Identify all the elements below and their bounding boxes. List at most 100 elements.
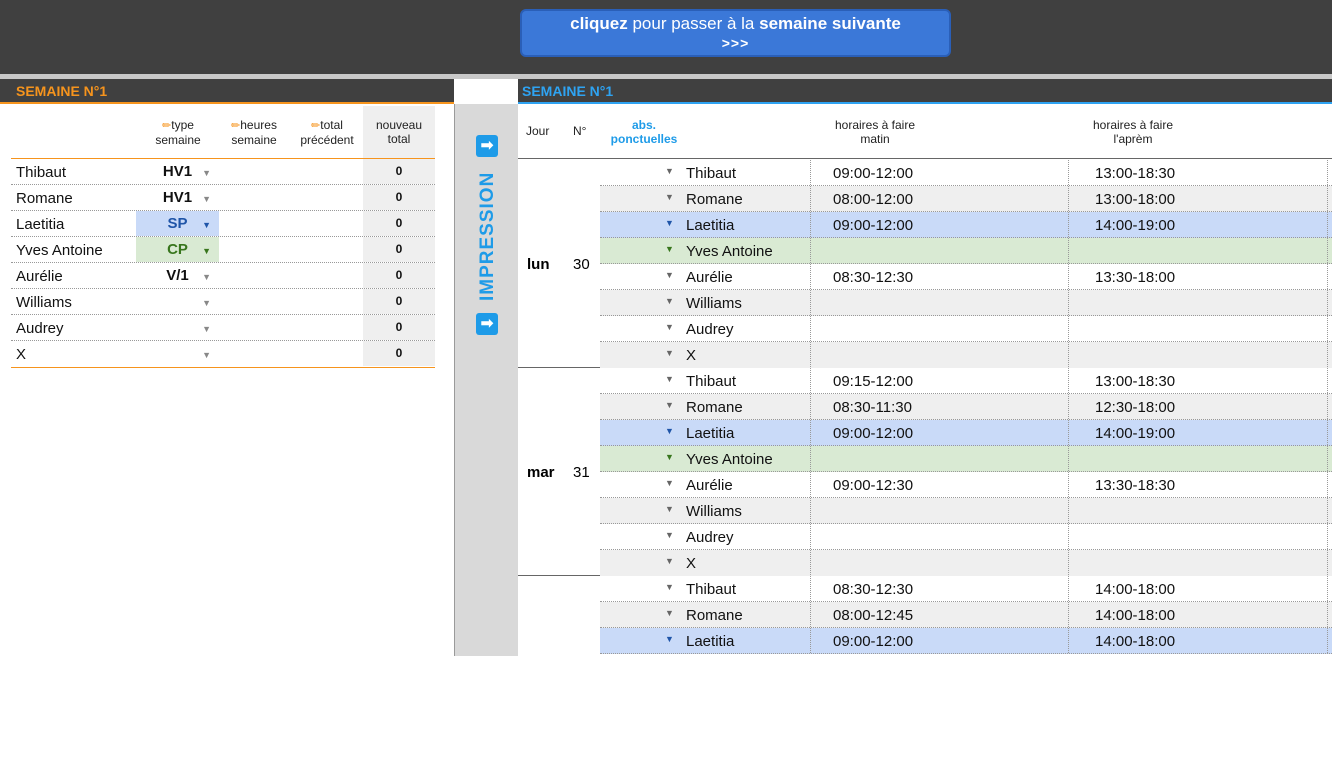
print-label[interactable]: IMPRESSION [475,166,501,306]
day-block: mar 31 ▼ Thibaut 09:15-12:00 13:00-18:30 ▼ R… [518,368,1332,576]
right-week-title: SEMAINE N°1 [518,79,1332,104]
next-week-label-bold: cliquez [570,14,628,33]
list-item: Aurélie V/1 ▼ 0 [11,263,435,289]
chevron-down-icon[interactable]: ▼ [665,452,674,462]
chevron-down-icon[interactable]: ▼ [665,270,674,280]
table-row: ▼ Aurélie 08:30-12:30 13:30-18:00 [600,264,1332,290]
chevron-down-icon[interactable]: ▼ [665,192,674,202]
table-row: ▼ Romane 08:00-12:45 14:00-18:00 [600,602,1332,628]
employee-name: Yves Antoine [16,242,103,259]
new-total-value: 0 [363,263,435,288]
chevron-down-icon[interactable]: ▼ [665,244,674,254]
chevron-down-icon[interactable]: ▼ [665,504,674,514]
day-number: 30 [573,256,590,273]
table-row: ▼ Aurélie 09:00-12:30 13:30-18:30 [600,472,1332,498]
table-row: ▼ Audrey [600,524,1332,550]
week-type-select[interactable]: ▼ [136,289,219,314]
next-week-arrows: >>> [721,35,750,51]
table-row: ▼ Laetitia 09:00-12:00 14:00-19:00 [600,212,1332,238]
chevron-down-icon[interactable]: ▼ [665,218,674,228]
header-afternoon: horaires à faire l'aprèm [1092,118,1174,146]
chevron-down-icon[interactable]: ▼ [665,322,674,332]
table-row: ▼ Williams [600,498,1332,524]
header-day: Jour [526,124,550,138]
employee-name: Audrey [16,320,64,337]
table-row: ▼ Romane 08:30-11:30 12:30-18:00 [600,394,1332,420]
employee-name: Romane [16,190,73,207]
chevron-down-icon[interactable]: ▼ [665,348,674,358]
table-row: ▼ Romane 08:00-12:00 13:00-18:00 [600,186,1332,212]
new-total-value: 0 [363,185,435,210]
chevron-down-icon: ▼ [202,168,211,178]
chevron-down-icon[interactable]: ▼ [665,296,674,306]
new-total-value: 0 [363,289,435,314]
arrow-right-icon[interactable]: ➡ [476,313,498,335]
chevron-down-icon: ▼ [202,350,211,360]
header-prev-total: ✏total précédent [300,118,354,147]
next-week-label-bold2: semaine suivante [759,14,901,33]
new-total-value: 0 [363,341,435,366]
table-row: ▼ X [600,342,1332,368]
list-item: Williams ▼ 0 [11,289,435,315]
pencil-icon: ✏ [162,120,172,132]
employee-name: X [16,346,27,363]
header-morning: horaires à faire matin [834,118,916,146]
chevron-down-icon[interactable]: ▼ [665,426,674,436]
week-type-select[interactable]: CP ▼ [136,237,219,262]
list-item: Laetitia SP ▼ 0 [11,211,435,237]
table-row: ▼ X [600,550,1332,576]
table-row: ▼ Williams [600,290,1332,316]
pencil-icon: ✏ [311,120,321,132]
employee-name: Williams [16,294,72,311]
week-type-select[interactable]: HV1 ▼ [136,185,219,210]
table-row: ▼ Thibaut 08:30-12:30 14:00-18:00 [600,576,1332,602]
new-total-value: 0 [363,159,435,184]
chevron-down-icon[interactable]: ▼ [665,400,674,410]
header-hours: ✏heures semaine [231,118,277,147]
table-row: ▼ Yves Antoine [600,238,1332,264]
chevron-down-icon: ▼ [202,324,211,334]
top-bar: cliquez pour passer à la semaine suivant… [0,0,1332,74]
chevron-down-icon[interactable]: ▼ [665,374,674,384]
chevron-down-icon: ▼ [202,272,211,282]
list-item: Thibaut HV1 ▼ 0 [11,159,435,185]
week-type-select[interactable]: ▼ [136,315,219,340]
pencil-icon: ✏ [231,120,241,132]
employee-name: Laetitia [16,216,65,233]
list-item: Romane HV1 ▼ 0 [11,185,435,211]
day-number: 31 [573,464,590,481]
chevron-down-icon[interactable]: ▼ [665,478,674,488]
week-type-select[interactable]: V/1 ▼ [136,263,219,288]
chevron-down-icon[interactable]: ▼ [665,166,674,176]
new-total-value: 0 [363,211,435,236]
table-row: ▼ Thibaut 09:15-12:00 13:00-18:30 [600,368,1332,394]
chevron-down-icon[interactable]: ▼ [665,608,674,618]
day-block: ▼ Thibaut 08:30-12:30 14:00-18:00 ▼ Romane 08… [518,576,1332,784]
day-name: lun [527,256,550,273]
chevron-down-icon: ▼ [202,194,211,204]
print-strip[interactable]: ➡ IMPRESSION ➡ [454,104,518,656]
table-row: ▼ Thibaut 09:00-12:00 13:00-18:30 [600,160,1332,186]
left-panel: ✏type semaine ✏heures semaine ✏total pré… [0,106,454,656]
week-type-select[interactable]: HV1 ▼ [136,159,219,184]
day-name: mar [527,464,555,481]
chevron-down-icon[interactable]: ▼ [665,530,674,540]
right-panel: Jour N° abs. ponctuelles horaires à fair… [518,106,1332,656]
new-total-value: 0 [363,315,435,340]
table-row: ▼ Yves Antoine [600,446,1332,472]
next-week-button[interactable]: cliquez pour passer à la semaine suivant… [520,9,951,57]
chevron-down-icon[interactable]: ▼ [665,556,674,566]
schedule-header: Jour N° abs. ponctuelles horaires à fair… [518,106,1332,159]
chevron-down-icon: ▼ [202,246,211,256]
week-type-select[interactable]: ▼ [136,341,219,366]
chevron-down-icon: ▼ [202,220,211,230]
chevron-down-icon[interactable]: ▼ [665,634,674,644]
arrow-right-icon[interactable]: ➡ [476,135,498,157]
list-item: X ▼ 0 [11,341,435,367]
list-item: Yves Antoine CP ▼ 0 [11,237,435,263]
week-type-select[interactable]: SP ▼ [136,211,219,236]
employee-name: Thibaut [16,164,67,181]
header-new-total: nouveau total [375,118,423,146]
chevron-down-icon[interactable]: ▼ [665,582,674,592]
table-row: ▼ Laetitia 09:00-12:00 14:00-18:00 [600,628,1332,654]
